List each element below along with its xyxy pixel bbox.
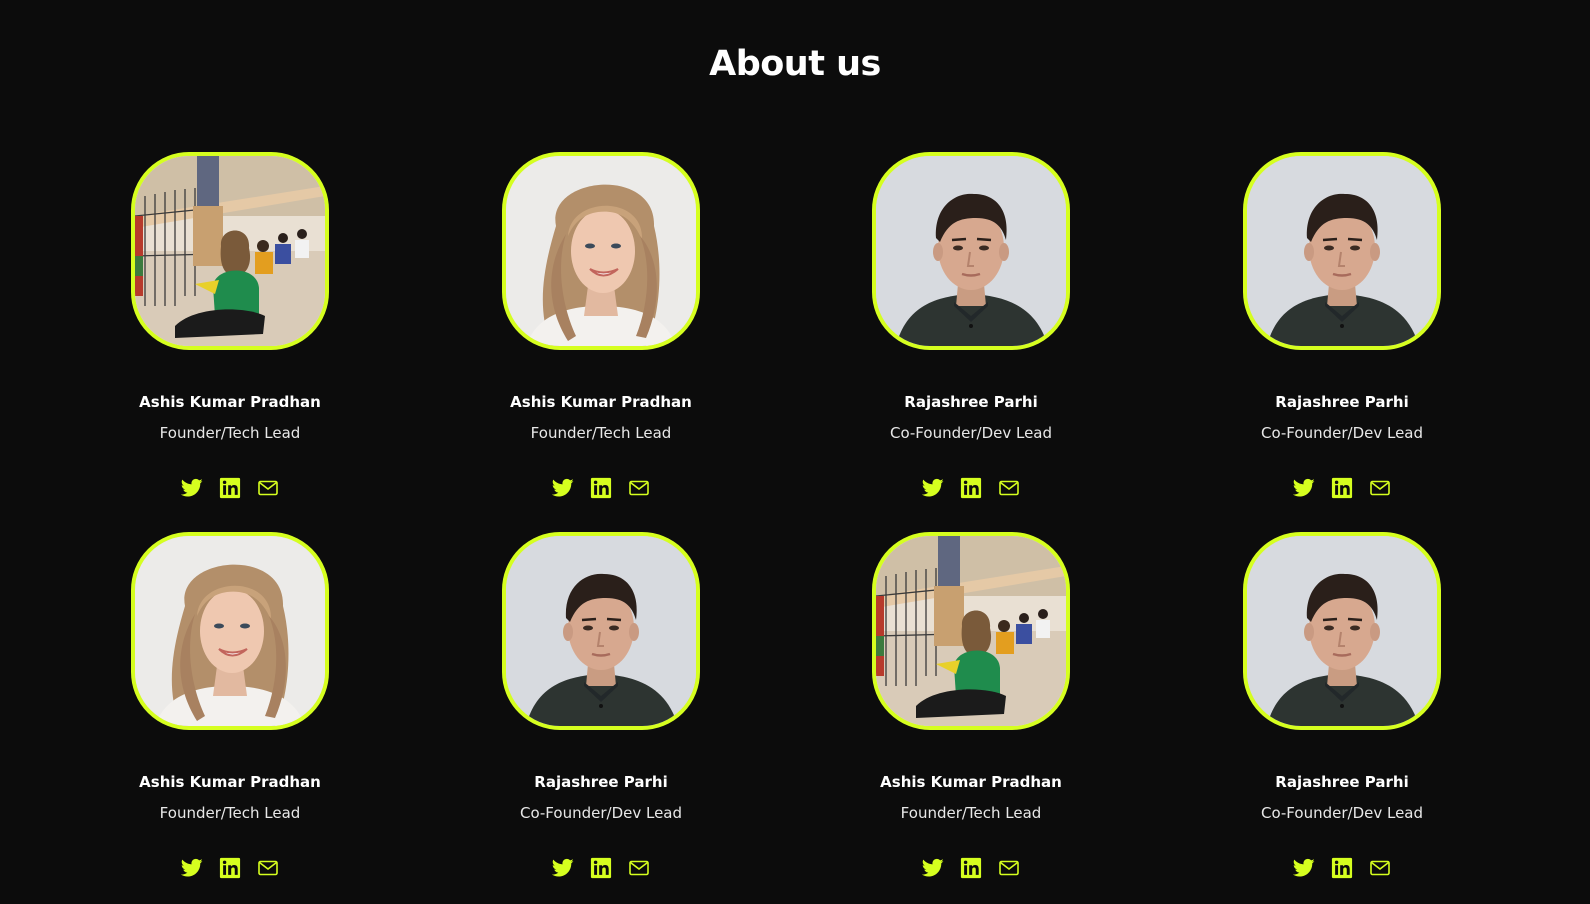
mail-icon[interactable]: [256, 856, 280, 880]
social-links: [80, 476, 380, 502]
twitter-icon[interactable]: [551, 476, 575, 500]
member-role: Co-Founder/Dev Lead: [889, 424, 1053, 442]
linkedin-icon[interactable]: [1330, 856, 1354, 880]
young-man-photo: [876, 156, 1066, 346]
team-card: Rajashree Parhi Co-Founder/Dev Lead: [821, 152, 1121, 502]
twitter-icon[interactable]: [921, 856, 945, 880]
linkedin-icon[interactable]: [589, 476, 613, 500]
linkedin-icon[interactable]: [959, 856, 983, 880]
social-links: [821, 856, 1121, 882]
mail-icon[interactable]: [627, 856, 651, 880]
mail-icon[interactable]: [627, 476, 651, 500]
social-links: [451, 856, 751, 882]
blonde-woman-photo: [135, 536, 325, 726]
avatar: [872, 152, 1070, 350]
about-page: About us Ashis Kumar Pradhan Founder/Tec…: [0, 0, 1590, 904]
team-card: Ashis Kumar Pradhan Founder/Tech Lead: [80, 532, 380, 882]
young-man-photo: [506, 536, 696, 726]
social-links: [1192, 856, 1492, 882]
blonde-woman-photo: [506, 156, 696, 346]
team-card: Ashis Kumar Pradhan Founder/Tech Lead: [451, 152, 751, 502]
team-grid: Ashis Kumar Pradhan Founder/Tech Lead Ash…: [0, 152, 1590, 904]
social-links: [821, 476, 1121, 502]
team-row: Ashis Kumar Pradhan Founder/Tech Lead Raj…: [0, 532, 1590, 904]
member-role: Founder/Tech Lead: [530, 424, 672, 442]
member-role: Co-Founder/Dev Lead: [1260, 424, 1424, 442]
linkedin-icon[interactable]: [218, 476, 242, 500]
twitter-icon[interactable]: [1292, 476, 1316, 500]
member-name: Rajashree Parhi: [904, 393, 1038, 411]
group-photo: [876, 536, 1066, 726]
young-man-photo: [1247, 536, 1437, 726]
member-role: Co-Founder/Dev Lead: [519, 804, 683, 822]
linkedin-icon[interactable]: [1330, 476, 1354, 500]
member-name: Ashis Kumar Pradhan: [510, 393, 692, 411]
avatar: [131, 152, 329, 350]
avatar: [1243, 532, 1441, 730]
member-role: Founder/Tech Lead: [900, 804, 1042, 822]
mail-icon[interactable]: [1368, 856, 1392, 880]
mail-icon[interactable]: [997, 856, 1021, 880]
social-links: [80, 856, 380, 882]
member-name: Ashis Kumar Pradhan: [880, 773, 1062, 791]
linkedin-icon[interactable]: [959, 476, 983, 500]
avatar: [872, 532, 1070, 730]
avatar: [1243, 152, 1441, 350]
team-card: Ashis Kumar Pradhan Founder/Tech Lead: [821, 532, 1121, 882]
social-links: [451, 476, 751, 502]
twitter-icon[interactable]: [551, 856, 575, 880]
avatar: [502, 532, 700, 730]
twitter-icon[interactable]: [180, 476, 204, 500]
member-role: Founder/Tech Lead: [159, 424, 301, 442]
twitter-icon[interactable]: [1292, 856, 1316, 880]
avatar: [502, 152, 700, 350]
twitter-icon[interactable]: [921, 476, 945, 500]
mail-icon[interactable]: [1368, 476, 1392, 500]
team-card: Rajashree Parhi Co-Founder/Dev Lead: [1192, 152, 1492, 502]
avatar: [131, 532, 329, 730]
mail-icon[interactable]: [256, 476, 280, 500]
team-row: Ashis Kumar Pradhan Founder/Tech Lead Ash…: [0, 152, 1590, 532]
member-role: Founder/Tech Lead: [159, 804, 301, 822]
member-name: Rajashree Parhi: [1275, 393, 1409, 411]
twitter-icon[interactable]: [180, 856, 204, 880]
mail-icon[interactable]: [997, 476, 1021, 500]
member-name: Ashis Kumar Pradhan: [139, 393, 321, 411]
young-man-photo: [1247, 156, 1437, 346]
social-links: [1192, 476, 1492, 502]
page-title: About us: [709, 44, 881, 84]
member-name: Rajashree Parhi: [1275, 773, 1409, 791]
linkedin-icon[interactable]: [589, 856, 613, 880]
member-role: Co-Founder/Dev Lead: [1260, 804, 1424, 822]
member-name: Rajashree Parhi: [534, 773, 668, 791]
team-card: Rajashree Parhi Co-Founder/Dev Lead: [451, 532, 751, 882]
group-photo: [135, 156, 325, 346]
linkedin-icon[interactable]: [218, 856, 242, 880]
member-name: Ashis Kumar Pradhan: [139, 773, 321, 791]
team-card: Ashis Kumar Pradhan Founder/Tech Lead: [80, 152, 380, 502]
team-card: Rajashree Parhi Co-Founder/Dev Lead: [1192, 532, 1492, 882]
